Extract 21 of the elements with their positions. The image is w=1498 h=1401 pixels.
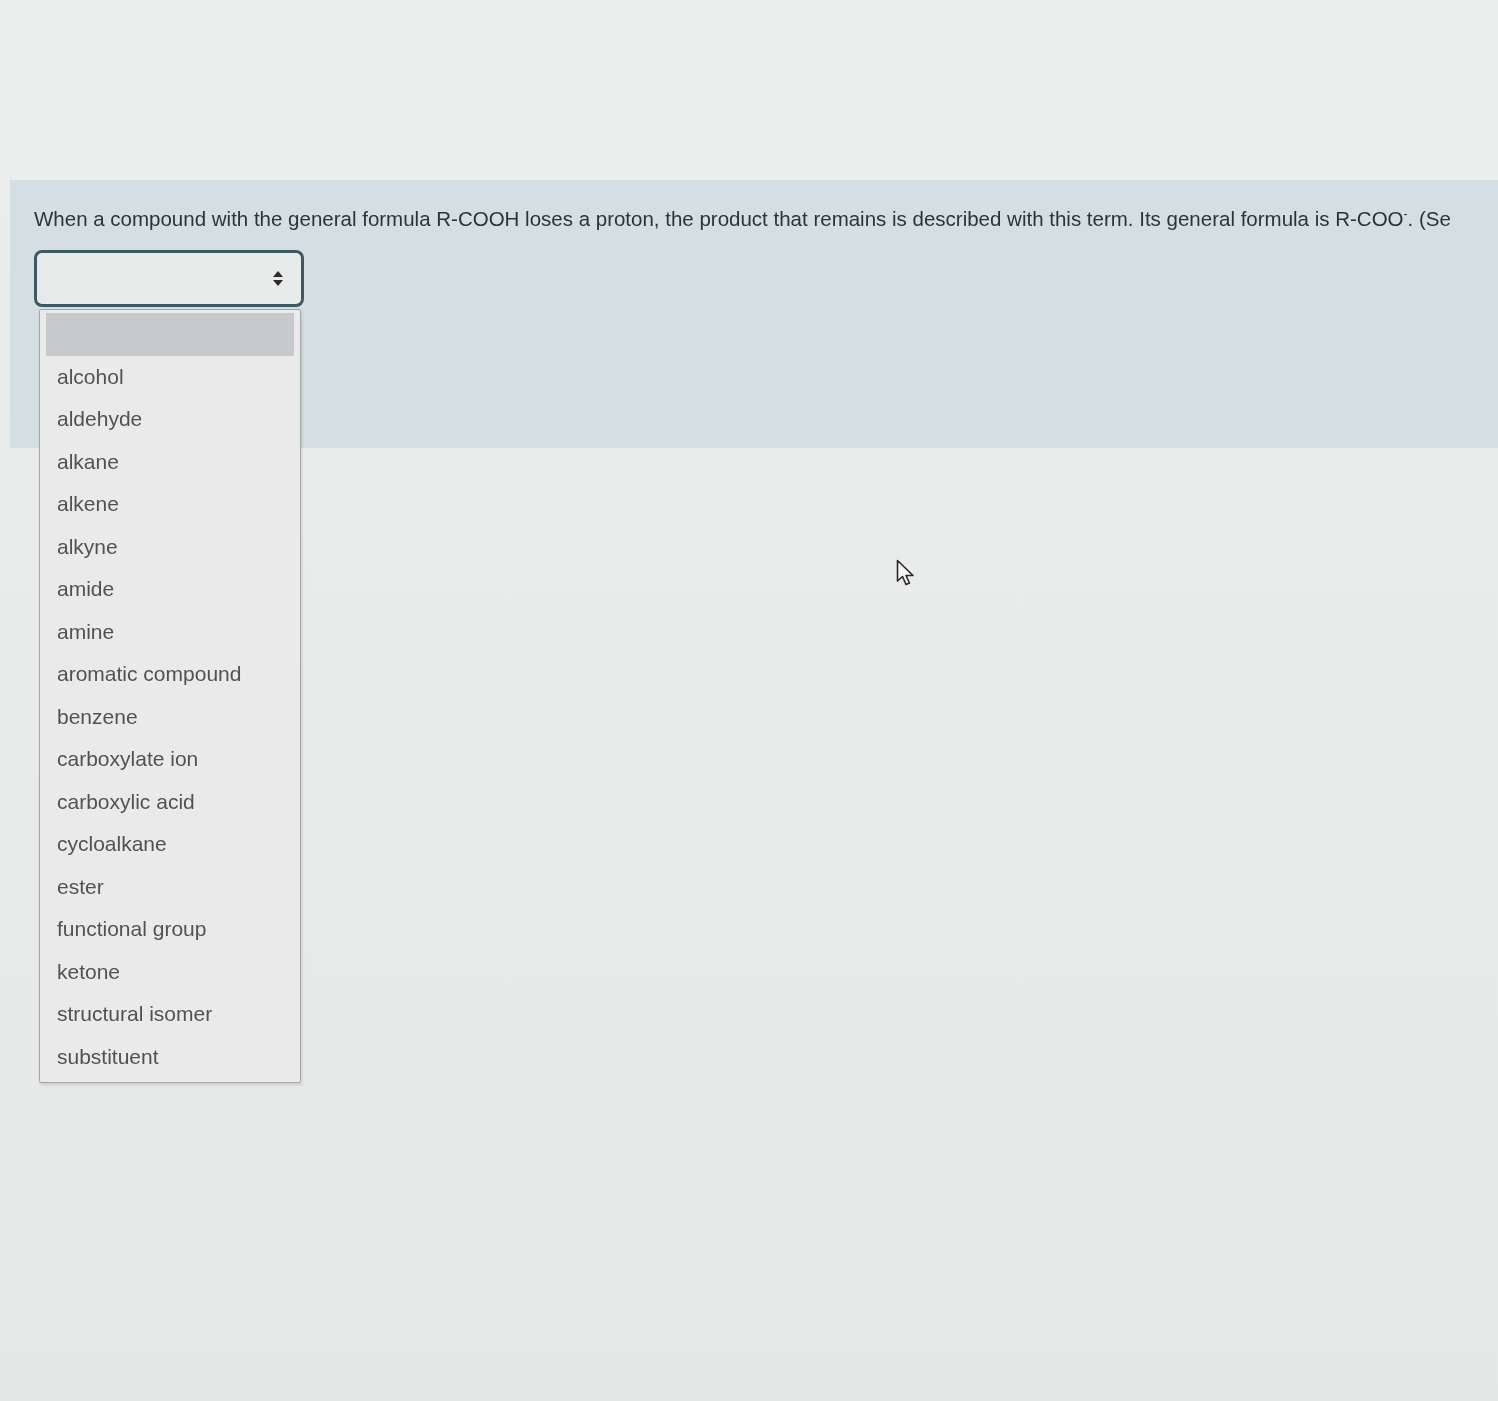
cursor-icon [896, 559, 915, 586]
dropdown-option[interactable]: functional group [46, 908, 294, 951]
dropdown-option[interactable]: carboxylate ion [46, 738, 294, 781]
dropdown-option[interactable]: amide [46, 568, 294, 611]
question-text: When a compound with the general formula R-COOH loses a proton, the product that remains is described with this term. Its general formula is R-COO$^{-}$. (Se [34, 206, 1452, 232]
dropdown-option[interactable]: benzene [46, 695, 294, 738]
up-down-caret-icon [273, 271, 283, 286]
dropdown-option[interactable]: alkene [46, 483, 294, 526]
dropdown-option[interactable]: aromatic compound [46, 653, 294, 696]
answer-select[interactable] [34, 250, 304, 307]
dropdown-option[interactable]: alkane [46, 440, 294, 483]
dropdown-option[interactable]: aldehyde [46, 398, 294, 441]
dropdown-option[interactable]: structural isomer [46, 993, 294, 1036]
dropdown-option[interactable]: alkyne [46, 525, 294, 568]
dropdown-option[interactable]: cycloalkane [46, 823, 294, 866]
dropdown-option[interactable]: alcohol [46, 355, 294, 398]
dropdown-option[interactable]: substituent [46, 1035, 294, 1078]
dropdown-option[interactable]: ketone [46, 950, 294, 993]
dropdown-option[interactable]: amine [46, 610, 294, 653]
dropdown-option[interactable]: ester [46, 865, 294, 908]
dropdown-option[interactable]: carboxylic acid [46, 780, 294, 823]
